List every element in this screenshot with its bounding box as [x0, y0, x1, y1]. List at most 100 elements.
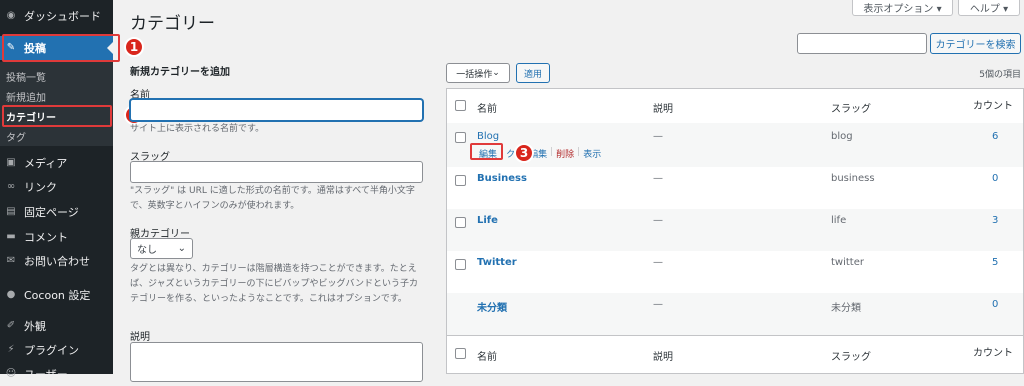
header-name[interactable]: 名前: [477, 100, 497, 115]
row-name-link[interactable]: Twitter: [477, 257, 517, 268]
help-button[interactable]: ヘルプ ▾: [958, 0, 1020, 16]
step-badge-1: 1: [124, 37, 144, 57]
step-badge-3: 3: [514, 143, 534, 163]
table-row: Twitter — twitter 5: [447, 251, 1023, 293]
menu-contact[interactable]: ✉ お問い合わせ: [0, 249, 113, 273]
submenu-add-new[interactable]: 新規追加: [6, 89, 46, 104]
name-input[interactable]: [130, 99, 423, 121]
row-description: —: [653, 173, 663, 184]
row-checkbox[interactable]: [455, 175, 466, 186]
parent-description: タグとは異なり、カテゴリーは階層構造を持つことができます。たとえば、ジャズという…: [130, 264, 419, 304]
header-slug[interactable]: スラッグ: [831, 100, 871, 115]
description-textarea[interactable]: [130, 342, 423, 382]
menu-label: ユーザー: [24, 368, 68, 381]
menu-label: お問い合わせ: [24, 255, 90, 268]
media-icon: ▣: [6, 157, 16, 168]
menu-media[interactable]: ▣ メディア: [0, 151, 113, 175]
user-icon: ☺: [5, 368, 17, 379]
menu-pages[interactable]: ▤ 固定ページ: [0, 200, 113, 224]
header-description[interactable]: 説明: [653, 100, 673, 115]
menu-cocoon[interactable]: ● Cocoon 設定: [0, 283, 113, 307]
highlight-edit: [470, 143, 503, 160]
mail-icon: ✉: [6, 255, 16, 266]
form-heading: 新規カテゴリーを追加: [130, 67, 230, 78]
posts-submenu: 投稿一覧 新規追加 カテゴリー タグ: [0, 62, 113, 146]
comment-icon: ▬: [6, 231, 16, 242]
page-title: カテゴリー: [130, 14, 215, 34]
menu-users[interactable]: ☺ ユーザー: [0, 362, 113, 386]
menu-comments[interactable]: ▬ コメント: [0, 225, 113, 249]
items-count: 5個の項目: [979, 70, 1021, 80]
footer-count[interactable]: カウント: [973, 344, 1013, 359]
row-name-link[interactable]: Life: [477, 215, 498, 226]
row-count-link[interactable]: 3: [992, 215, 998, 226]
select-all-checkbox-footer[interactable]: [455, 348, 466, 359]
row-slug: twitter: [831, 257, 864, 268]
menu-appearance[interactable]: ✐ 外観: [0, 314, 113, 338]
row-count-link[interactable]: 0: [992, 299, 998, 310]
row-slug: life: [831, 215, 847, 226]
row-description: —: [653, 299, 663, 310]
slug-description: "スラッグ" は URL に適した形式の名前です。通常はすべて半角小文字で、英数…: [130, 186, 415, 211]
row-count-link[interactable]: 0: [992, 173, 998, 184]
menu-label: 固定ページ: [24, 206, 79, 219]
parent-select-value: なし: [137, 245, 157, 256]
menu-label: Cocoon 設定: [24, 289, 91, 302]
chevron-down-icon: ⌄: [492, 68, 500, 78]
row-checkbox[interactable]: [455, 132, 466, 143]
delete-link[interactable]: 削除: [556, 147, 574, 160]
row-checkbox[interactable]: [455, 217, 466, 228]
menu-label: リンク: [24, 181, 57, 194]
row-name-link[interactable]: Business: [477, 173, 527, 184]
select-all-checkbox[interactable]: [455, 100, 466, 111]
name-description: サイト上に表示される名前です。: [130, 124, 265, 134]
menu-label: 外観: [24, 320, 46, 333]
table-row: Business — business 0: [447, 167, 1023, 209]
footer-name[interactable]: 名前: [477, 348, 497, 363]
dashboard-icon: ◉: [6, 10, 16, 21]
submenu-tags[interactable]: タグ: [6, 129, 26, 144]
footer-description[interactable]: 説明: [653, 348, 673, 363]
brush-icon: ✐: [6, 320, 16, 331]
slug-input[interactable]: [130, 161, 423, 183]
table-header: 名前 説明 スラッグ カウント: [447, 89, 1023, 123]
description-label: 説明: [130, 332, 150, 343]
apply-button[interactable]: 適用: [516, 63, 550, 83]
bulk-actions-select[interactable]: 一括操作 ⌄: [446, 63, 510, 83]
submenu-all-posts[interactable]: 投稿一覧: [6, 69, 46, 84]
footer-slug[interactable]: スラッグ: [831, 348, 871, 363]
row-count-link[interactable]: 5: [992, 257, 998, 268]
category-search-input[interactable]: [797, 33, 927, 54]
search-categories-button[interactable]: カテゴリーを検索: [930, 33, 1021, 54]
menu-label: ダッシュボード: [24, 10, 101, 23]
chevron-down-icon: ⌄: [177, 243, 186, 254]
menu-links[interactable]: ∞ リンク: [0, 175, 113, 199]
screen-options-button[interactable]: 表示オプション ▾: [852, 0, 953, 16]
categories-table: 名前 説明 スラッグ カウント Blog 編集 | ク 編集 | 削除 | 表示…: [446, 88, 1024, 374]
menu-dashboard[interactable]: ◉ ダッシュボード: [0, 4, 113, 28]
menu-label: プラグイン: [24, 344, 79, 357]
row-name-link[interactable]: Blog: [477, 131, 499, 142]
bulk-label: 一括操作: [456, 69, 493, 80]
row-slug: 未分類: [831, 303, 861, 314]
menu-plugins[interactable]: ⚡ プラグイン: [0, 338, 113, 362]
row-checkbox[interactable]: [455, 259, 466, 270]
separator: |: [577, 147, 581, 157]
parent-select[interactable]: なし ⌄: [130, 238, 193, 259]
row-slug: business: [831, 173, 875, 184]
row-count-link[interactable]: 6: [992, 131, 998, 142]
table-row: Blog 編集 | ク 編集 | 削除 | 表示 — blog 6: [447, 123, 1023, 167]
view-link[interactable]: 表示: [583, 147, 601, 160]
header-count[interactable]: カウント: [973, 97, 1013, 112]
row-name-link[interactable]: 未分類: [477, 299, 507, 314]
table-row: Life — life 3: [447, 209, 1023, 251]
row-description: —: [653, 131, 663, 142]
menu-label: メディア: [24, 157, 68, 170]
table-footer: 名前 説明 スラッグ カウント: [447, 335, 1023, 373]
link-icon: ∞: [6, 181, 16, 192]
table-row: 未分類 — 未分類 0: [447, 293, 1023, 335]
row-description: —: [653, 257, 663, 268]
circle-icon: ●: [6, 289, 16, 300]
separator: |: [550, 147, 554, 157]
menu-label: コメント: [24, 231, 68, 244]
